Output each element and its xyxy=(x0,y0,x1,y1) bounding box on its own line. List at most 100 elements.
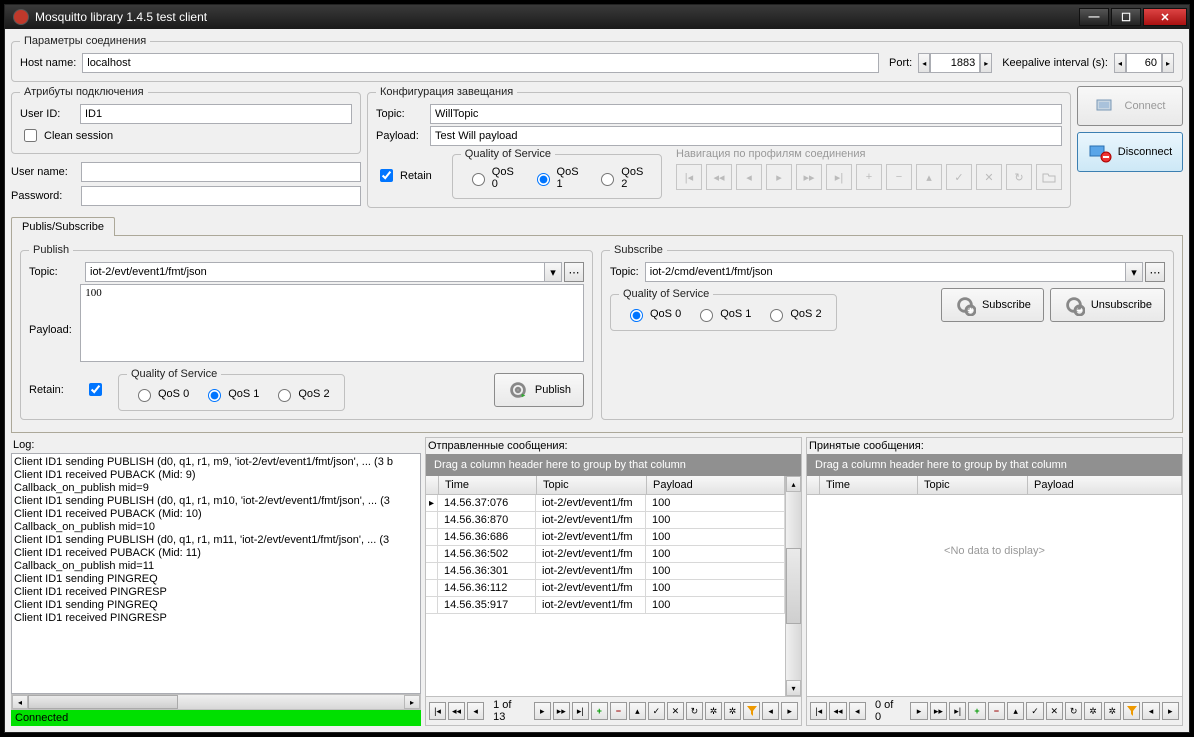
sent-nav-first[interactable]: |◂ xyxy=(429,702,446,720)
port-input[interactable] xyxy=(930,53,980,73)
port-inc[interactable]: ▸ xyxy=(980,53,992,73)
username-input[interactable] xyxy=(81,162,361,182)
nav-next-button[interactable]: ▸ xyxy=(766,164,792,190)
sent-nav-cancel[interactable]: ✕ xyxy=(667,702,684,720)
nav-nextpage-button[interactable]: ▸▸ xyxy=(796,164,822,190)
table-row[interactable]: ▸14.56.37:076iot-2/evt/event1/fm100 xyxy=(426,495,785,512)
will-retain-input[interactable] xyxy=(380,169,393,182)
recv-col-time[interactable]: Time xyxy=(820,476,918,494)
recv-nav-cancel[interactable]: ✕ xyxy=(1046,702,1063,720)
log-scroll-left[interactable]: ◂ xyxy=(12,695,28,709)
recv-hscroll-right[interactable]: ▸ xyxy=(1162,702,1179,720)
nav-open-button[interactable] xyxy=(1036,164,1062,190)
userid-input[interactable] xyxy=(80,104,352,124)
will-payload-input[interactable] xyxy=(430,126,1062,146)
publish-topic-more[interactable]: ⋯ xyxy=(564,262,584,282)
recv-nav-filter[interactable] xyxy=(1123,702,1140,720)
table-row[interactable]: 14.56.36:502iot-2/evt/event1/fm100 xyxy=(426,546,785,563)
publish-topic-dropdown[interactable]: ▾ xyxy=(544,262,562,282)
publish-button[interactable]: Publish xyxy=(494,373,584,407)
will-topic-input[interactable] xyxy=(430,104,1062,124)
nav-refresh-button[interactable]: ↻ xyxy=(1006,164,1032,190)
log-hscroll[interactable]: ◂ ▸ xyxy=(11,694,421,710)
publish-qos2-radio[interactable]: QoS 2 xyxy=(273,386,329,402)
subscribe-qos1-radio[interactable]: QoS 1 xyxy=(695,306,751,322)
sent-hscroll-right[interactable]: ▸ xyxy=(781,702,798,720)
sent-nav-refresh[interactable]: ↻ xyxy=(686,702,703,720)
sent-nav-bookmark2[interactable]: ✲ xyxy=(724,702,741,720)
sent-nav-prev[interactable]: ◂ xyxy=(467,702,484,720)
sent-vscroll[interactable]: ▴▾ xyxy=(785,476,801,696)
recv-nav-nextpg[interactable]: ▸▸ xyxy=(930,702,947,720)
sent-nav-add[interactable]: + xyxy=(591,702,608,720)
will-retain-checkbox[interactable]: Retain xyxy=(376,166,432,185)
recv-col-topic[interactable]: Topic xyxy=(918,476,1028,494)
recv-nav-prev[interactable]: ◂ xyxy=(849,702,866,720)
nav-ok-button[interactable]: ✓ xyxy=(946,164,972,190)
table-row[interactable]: 14.56.36:301iot-2/evt/event1/fm100 xyxy=(426,563,785,580)
nav-remove-button[interactable]: − xyxy=(886,164,912,190)
keepalive-inc[interactable]: ▸ xyxy=(1162,53,1174,73)
sent-nav-nextpg[interactable]: ▸▸ xyxy=(553,702,570,720)
recv-grid-body[interactable]: <No data to display> xyxy=(807,495,1182,696)
maximize-button[interactable]: ☐ xyxy=(1111,8,1141,26)
connect-button[interactable]: Connect xyxy=(1077,86,1183,126)
port-spinner[interactable]: ◂ ▸ xyxy=(918,53,992,73)
recv-nav-next[interactable]: ▸ xyxy=(910,702,927,720)
table-row[interactable]: 14.56.35:917iot-2/evt/event1/fm100 xyxy=(426,597,785,614)
password-input[interactable] xyxy=(81,186,361,206)
recv-nav-add[interactable]: + xyxy=(968,702,985,720)
sent-nav-next[interactable]: ▸ xyxy=(534,702,551,720)
subscribe-qos0-radio[interactable]: QoS 0 xyxy=(625,306,681,322)
recv-nav-first[interactable]: |◂ xyxy=(810,702,827,720)
sent-group-hint[interactable]: Drag a column header here to group by th… xyxy=(426,454,801,476)
publish-qos1-radio[interactable]: QoS 1 xyxy=(203,386,259,402)
host-input[interactable] xyxy=(82,53,879,73)
table-row[interactable]: 14.56.36:112iot-2/evt/event1/fm100 xyxy=(426,580,785,597)
keepalive-input[interactable] xyxy=(1126,53,1162,73)
recv-nav-ok[interactable]: ✓ xyxy=(1026,702,1043,720)
recv-nav-bookmark[interactable]: ✲ xyxy=(1084,702,1101,720)
nav-up-button[interactable]: ▴ xyxy=(916,164,942,190)
disconnect-button[interactable]: Disconnect xyxy=(1077,132,1183,172)
recv-hscroll-left[interactable]: ◂ xyxy=(1142,702,1159,720)
subscribe-topic-dropdown[interactable]: ▾ xyxy=(1125,262,1143,282)
recv-nav-bookmark2[interactable]: ✲ xyxy=(1104,702,1121,720)
nav-prevpage-button[interactable]: ◂◂ xyxy=(706,164,732,190)
will-qos0-radio[interactable]: QoS 0 xyxy=(467,166,518,190)
table-row[interactable]: 14.56.36:870iot-2/evt/event1/fm100 xyxy=(426,512,785,529)
recv-nav-prevpg[interactable]: ◂◂ xyxy=(829,702,846,720)
recv-nav-refresh[interactable]: ↻ xyxy=(1065,702,1082,720)
will-qos2-radio[interactable]: QoS 2 xyxy=(596,166,647,190)
keepalive-spinner[interactable]: ◂ ▸ xyxy=(1114,53,1174,73)
sent-nav-bookmark[interactable]: ✲ xyxy=(705,702,722,720)
sent-nav-edit[interactable]: ▴ xyxy=(629,702,646,720)
nav-last-button[interactable]: ▸| xyxy=(826,164,852,190)
recv-nav-del[interactable]: − xyxy=(988,702,1005,720)
recv-group-hint[interactable]: Drag a column header here to group by th… xyxy=(807,454,1182,476)
sent-nav-prevpg[interactable]: ◂◂ xyxy=(448,702,465,720)
sent-col-payload[interactable]: Payload xyxy=(647,476,785,494)
sent-col-topic[interactable]: Topic xyxy=(537,476,647,494)
sent-nav-filter[interactable] xyxy=(743,702,760,720)
sent-grid-body[interactable]: ▸14.56.37:076iot-2/evt/event1/fm10014.56… xyxy=(426,495,785,696)
log-textarea[interactable]: Client ID1 sending PUBLISH (d0, q1, r1, … xyxy=(11,453,421,694)
subscribe-topic-input[interactable] xyxy=(645,262,1125,282)
sent-nav-last[interactable]: ▸| xyxy=(572,702,589,720)
sent-nav-del[interactable]: − xyxy=(610,702,627,720)
publish-qos0-radio[interactable]: QoS 0 xyxy=(133,386,189,402)
close-button[interactable]: ✕ xyxy=(1143,8,1187,26)
subscribe-button[interactable]: Subscribe xyxy=(941,288,1044,322)
clean-session-input[interactable] xyxy=(24,129,37,142)
unsubscribe-button[interactable]: Unsubscribe xyxy=(1050,288,1165,322)
port-dec[interactable]: ◂ xyxy=(918,53,930,73)
publish-retain-checkbox[interactable] xyxy=(89,383,102,396)
recv-nav-edit[interactable]: ▴ xyxy=(1007,702,1024,720)
publish-topic-input[interactable] xyxy=(85,262,544,282)
nav-add-button[interactable]: + xyxy=(856,164,882,190)
publish-payload-input[interactable] xyxy=(80,284,584,362)
sent-col-time[interactable]: Time xyxy=(439,476,537,494)
keepalive-dec[interactable]: ◂ xyxy=(1114,53,1126,73)
tab-pubsub[interactable]: Publis/Subscribe xyxy=(11,217,115,236)
sent-nav-ok[interactable]: ✓ xyxy=(648,702,665,720)
